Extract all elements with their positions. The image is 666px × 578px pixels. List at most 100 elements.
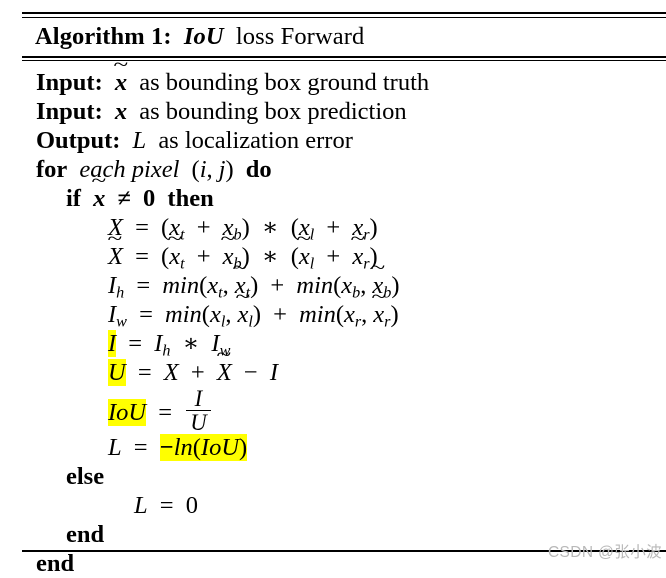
- eqIoU-lhs-highlighted: IoU: [108, 398, 147, 426]
- eqXt-equals: =: [135, 243, 149, 270]
- eqL-close: ): [239, 434, 248, 461]
- eqIoU-equals: =: [158, 398, 173, 426]
- eqIw-arg3: x: [344, 301, 355, 328]
- eqI-equals: =: [128, 330, 143, 357]
- eqXt-lhs: X: [108, 243, 123, 270]
- eqIh-arg3: x: [341, 272, 353, 299]
- input1-var: x: [114, 69, 128, 96]
- eqL-ln: ln: [173, 434, 193, 461]
- eqL-arg-iou: IoU: [200, 434, 240, 461]
- pseudocode-body: Input: x as bounding box ground truth In…: [22, 61, 666, 578]
- fraction-numerator: I: [194, 386, 203, 411]
- eqIw-arg2: x: [237, 301, 249, 328]
- eqIh-equals: =: [136, 272, 151, 299]
- line-equation-U-union: U = X + X − I: [22, 358, 666, 387]
- for-do-keyword: do: [245, 156, 272, 183]
- eqI-lhs-highlighted: I: [108, 330, 117, 357]
- for-index-comma: ,: [206, 156, 213, 183]
- eqL-lhs-loss: L: [108, 434, 122, 461]
- eqXt-plus1: +: [196, 243, 211, 270]
- eqL0-rhs: 0: [185, 492, 198, 519]
- fraction-I-over-U: IU: [186, 386, 211, 434]
- end-inner-keyword: end: [66, 521, 105, 548]
- input1-keyword: Input:: [36, 69, 103, 96]
- eqX-times: ∗: [261, 214, 279, 241]
- rule-top-thick: [22, 12, 666, 14]
- eqXt-plus2: +: [326, 243, 341, 270]
- algorithm-block: Algorithm 1: IoU loss Forward Input: x a…: [22, 12, 666, 577]
- eqU-r2: X: [216, 359, 232, 386]
- eqL-rhs-highlighted: −ln(IoU): [159, 434, 248, 461]
- eqU-minus: −: [243, 359, 258, 386]
- eqX-plus2: +: [326, 214, 341, 241]
- eqIw-lhs-sub: w: [116, 313, 127, 331]
- eqXt-term1-sub: t: [180, 255, 185, 273]
- input2-text: as bounding box prediction: [139, 98, 407, 125]
- csdn-watermark: CSDN @张小波: [547, 544, 662, 561]
- eqIw-arg1: x: [209, 301, 221, 328]
- for-paren-close: ): [225, 156, 234, 183]
- eqXt-term1: x: [169, 243, 181, 270]
- eqL-minus: −: [159, 434, 174, 461]
- line-equation-loss: L = −ln(IoU): [22, 433, 666, 462]
- line-input-groundtruth: Input: x as bounding box ground truth: [22, 68, 666, 97]
- input2-var: x: [114, 98, 128, 125]
- eqXt-times: ∗: [261, 243, 279, 270]
- eqX-equals: =: [135, 214, 149, 241]
- for-keyword: for: [36, 156, 68, 183]
- eqIh-lhs: I: [108, 272, 117, 299]
- eqU-equals: =: [137, 359, 152, 386]
- algorithm-caption: Algorithm 1: IoU loss Forward: [22, 18, 666, 56]
- for-paren-open: (: [191, 156, 200, 183]
- if-keyword: if: [66, 185, 81, 212]
- output-text: as localization error: [158, 127, 353, 154]
- eqL-open: (: [192, 434, 201, 461]
- line-output: Output: L as localization error: [22, 126, 666, 155]
- if-var: x: [93, 185, 106, 212]
- eqI-times: ∗: [182, 330, 200, 357]
- output-var-loss: L: [132, 127, 147, 154]
- if-value: 0: [143, 185, 156, 212]
- eqU-lhs-highlighted: U: [108, 359, 126, 386]
- eqIw-fn1: min: [165, 301, 202, 328]
- if-operator-neq: ≠: [117, 185, 131, 212]
- eqIw-plus: +: [273, 301, 287, 328]
- eqX-close2: ): [369, 214, 378, 241]
- fraction-denominator: U: [186, 410, 211, 434]
- eqU-r1: X: [163, 359, 179, 386]
- eqL-equals: =: [133, 434, 148, 461]
- eqIw-lhs: I: [108, 301, 117, 328]
- line-if-condition: if x ≠ 0 then: [22, 184, 666, 213]
- eqL0-equals: =: [159, 492, 174, 519]
- eqXt-term4: x: [352, 243, 364, 270]
- caption-suffix: loss Forward: [235, 22, 365, 50]
- eqIh-arg1: x: [207, 272, 219, 299]
- input2-keyword: Input:: [36, 98, 103, 125]
- line-input-prediction: Input: x as bounding box prediction: [22, 97, 666, 126]
- eqL0-lhs-loss: L: [134, 492, 148, 519]
- eqI-r1-sub: h: [162, 342, 171, 360]
- input1-text: as bounding box ground truth: [139, 69, 430, 96]
- eqIw-fn2: min: [299, 301, 336, 328]
- line-equation-loss-zero: L = 0: [22, 491, 666, 520]
- if-then-keyword: then: [167, 185, 214, 212]
- caption-prefix: Algorithm 1:: [35, 22, 172, 50]
- line-equation-Iw: Iw = min(xl,xl) + min(xr,xr): [22, 300, 666, 331]
- eqU-plus: +: [190, 359, 205, 386]
- eqIw-arg4: x: [373, 301, 385, 328]
- end-outer-keyword: end: [36, 550, 75, 577]
- output-keyword: Output:: [36, 127, 121, 154]
- line-for-loop: for each pixel (i, j) do: [22, 155, 666, 184]
- line-equation-X-tilde: X = (xt + xb) ∗ (xl + xr): [22, 242, 666, 273]
- else-keyword: else: [66, 463, 105, 490]
- eqU-r3: I: [269, 359, 279, 386]
- caption-math-iou: IoU: [183, 22, 224, 50]
- eqIh-plus: +: [270, 272, 285, 299]
- for-index-i: i: [199, 156, 207, 183]
- eqIh-fn2: min: [296, 272, 334, 299]
- eqX-plus1: +: [196, 214, 211, 241]
- line-equation-I-intersection: I = Ih ∗ Iw: [22, 329, 666, 360]
- line-equation-IoU: IoU = IU: [22, 386, 666, 434]
- eqIw-equals: =: [139, 301, 153, 328]
- eqXt-term3: x: [298, 243, 310, 270]
